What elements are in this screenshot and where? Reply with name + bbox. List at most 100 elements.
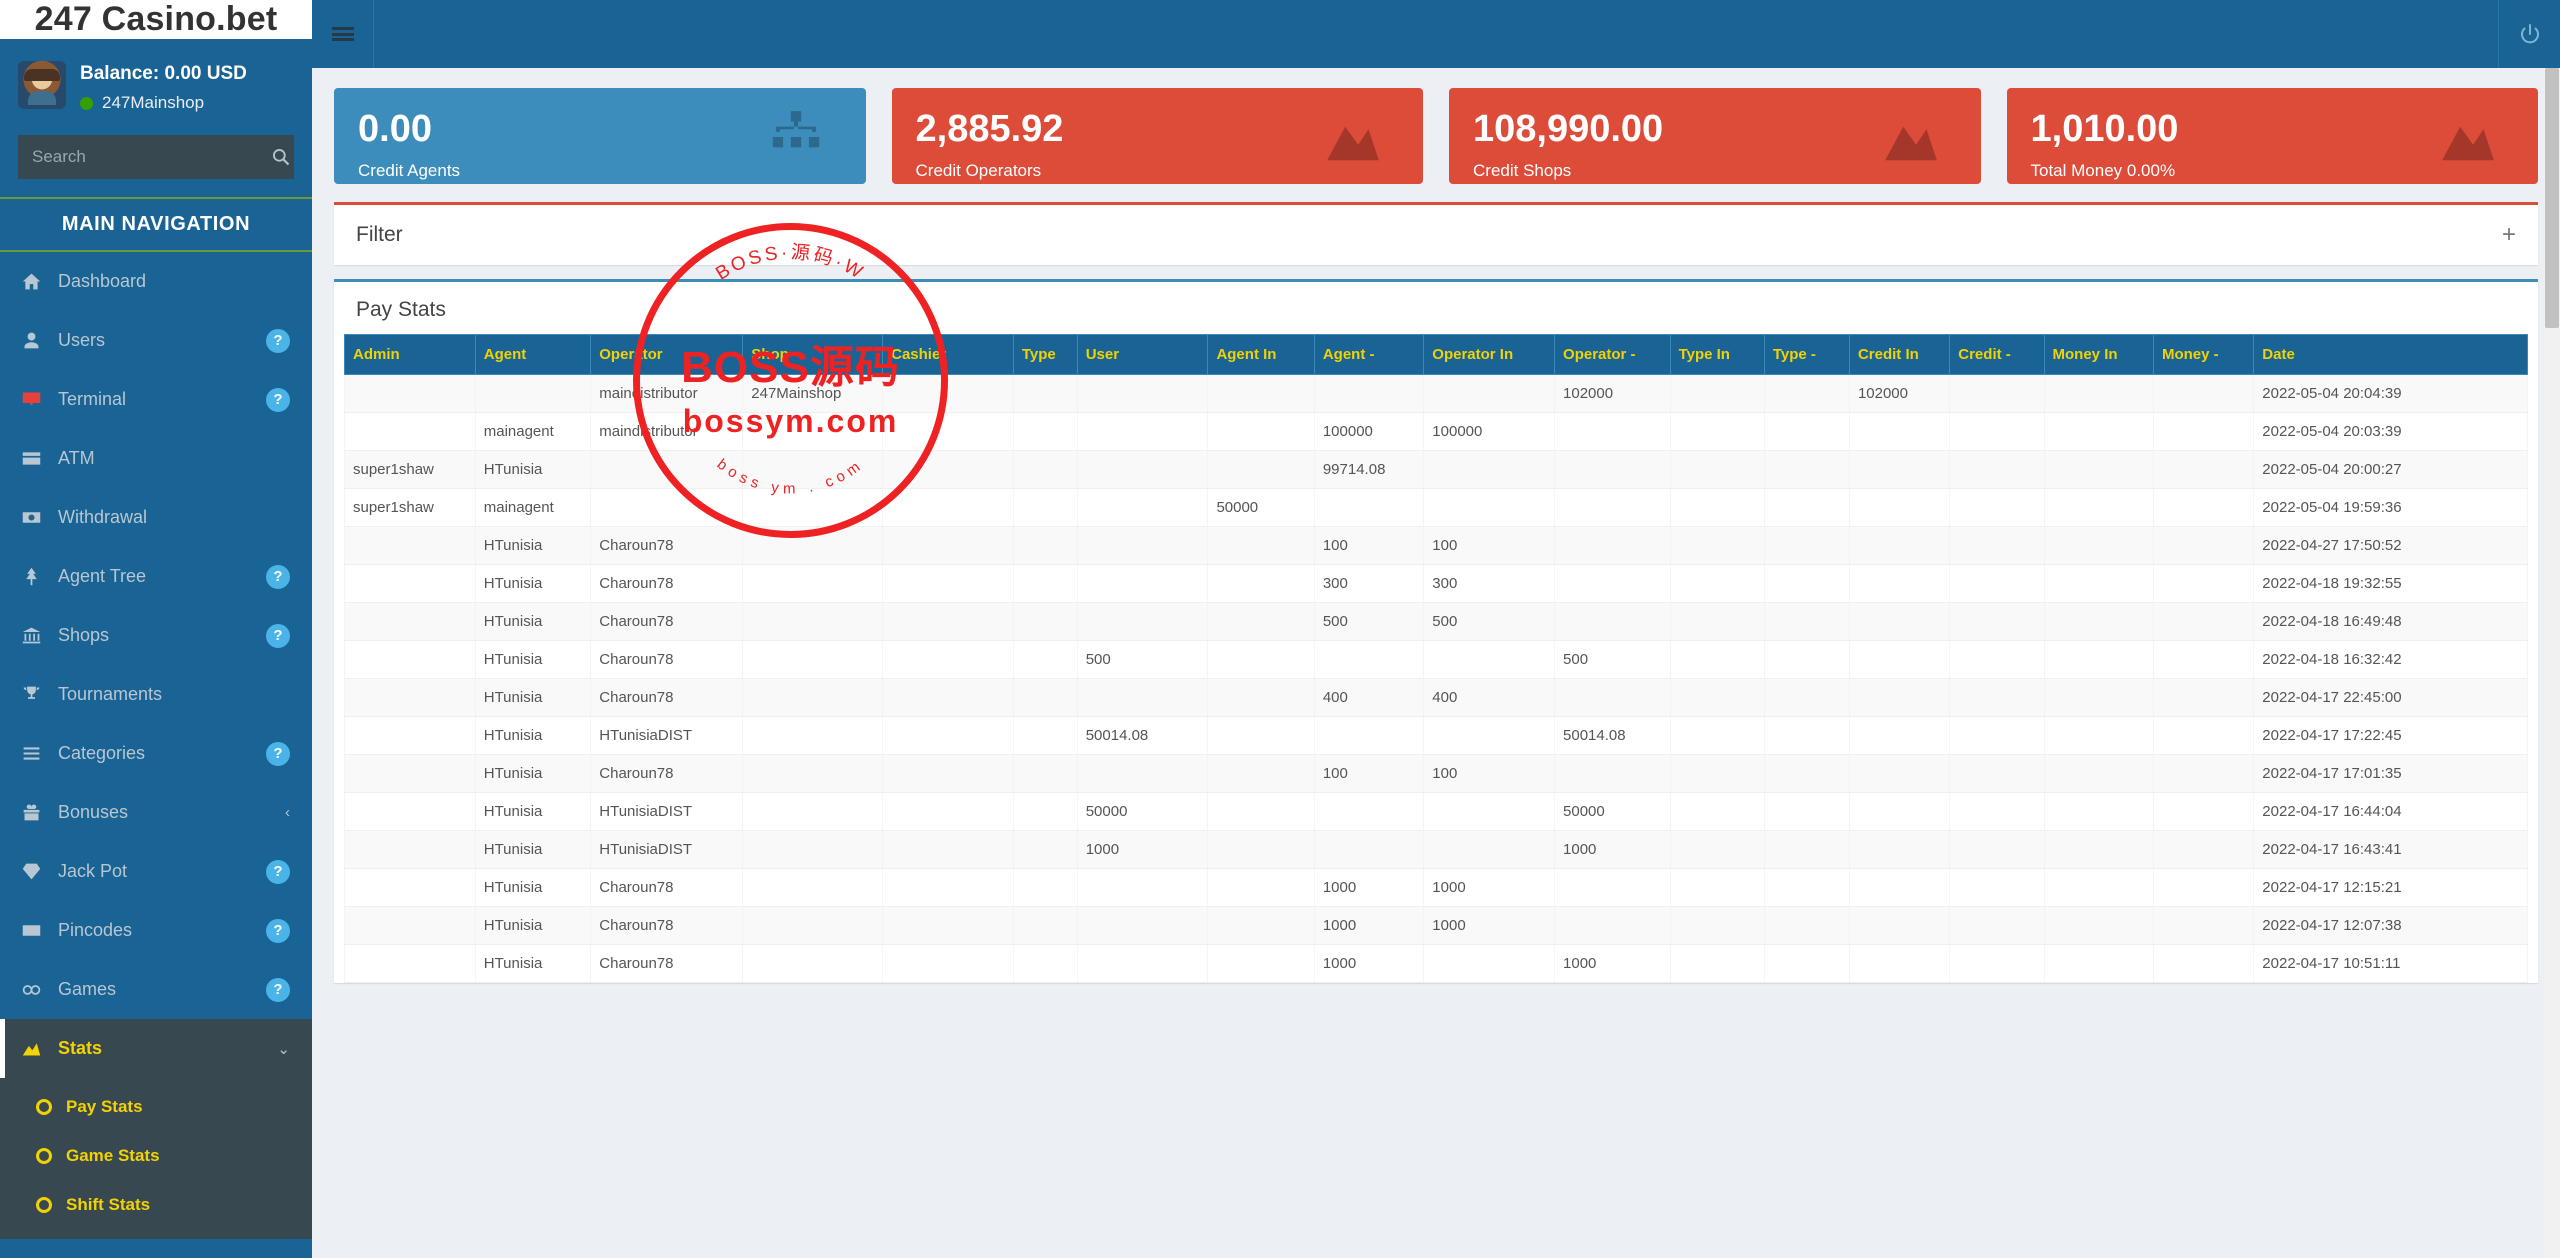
cell-credit_in	[1848, 792, 1951, 831]
cell-type_in	[1669, 754, 1765, 793]
column-header-money[interactable]: Money -	[2152, 334, 2255, 375]
sidebar-item-pincodes[interactable]: Pincodes?	[0, 901, 312, 960]
cell-admin	[344, 640, 476, 679]
logo-bar[interactable]: 247 Casino.bet	[0, 0, 312, 39]
column-header-type[interactable]: Type -	[1763, 334, 1850, 375]
column-header-agent-in[interactable]: Agent In	[1207, 334, 1315, 375]
column-header-credit-in[interactable]: Credit In	[1848, 334, 1951, 375]
sidebar-item-bonuses[interactable]: Bonuses ‹	[0, 783, 312, 842]
cell-money_minus	[2152, 716, 2255, 755]
gift-icon-wrap	[18, 802, 44, 823]
cell-shop	[742, 830, 884, 869]
cell-money_in	[2043, 944, 2154, 983]
column-header-operator[interactable]: Operator	[590, 334, 744, 375]
search-input[interactable]	[18, 147, 267, 167]
table-row[interactable]: HTunisia Charoun78 1000 1000 2022-04-17 12:0…	[344, 906, 2528, 945]
sidebar-subitem-pay-stats[interactable]: Pay Stats	[0, 1082, 312, 1131]
table-row[interactable]: HTunisia Charoun78 500 500 2022-04-18 16:49:…	[344, 602, 2528, 641]
power-button[interactable]	[2498, 0, 2560, 68]
sidebar-item-jack-pot[interactable]: Jack Pot?	[0, 842, 312, 901]
cell-admin	[344, 564, 476, 603]
hamburger-icon[interactable]	[312, 0, 374, 68]
filter-header[interactable]: Filter +	[334, 205, 2538, 265]
help-badge[interactable]: ?	[266, 328, 290, 353]
table-row[interactable]: mainagent maindistributor 100000 100000 2022…	[344, 412, 2528, 451]
sidebar-item-label: Terminal	[58, 389, 127, 409]
cell-agent_in	[1207, 830, 1315, 869]
scrollbar-thumb[interactable]	[2545, 68, 2559, 328]
help-badge[interactable]: ?	[266, 387, 290, 412]
cell-shop	[742, 412, 884, 451]
sidebar-item-users[interactable]: Users?	[0, 311, 312, 370]
cell-credit_in	[1848, 450, 1951, 489]
sidebar-item-tournaments[interactable]: Tournaments	[0, 665, 312, 724]
plus-icon[interactable]: +	[2502, 221, 2516, 249]
table-row[interactable]: HTunisia HTunisiaDIST 1000 1000 2022-04-17 1…	[344, 830, 2528, 869]
table-row[interactable]: super1shaw mainagent 50000 2022-05-04 19:59…	[344, 488, 2528, 527]
table-row[interactable]: HTunisia Charoun78 100 100 2022-04-27 17:50:…	[344, 526, 2528, 565]
cell-credit_in	[1848, 906, 1951, 945]
cell-type_minus	[1763, 678, 1850, 717]
page-scrollbar[interactable]	[2544, 68, 2560, 1258]
column-header-money-in[interactable]: Money In	[2043, 334, 2154, 375]
help-badge[interactable]: ?	[266, 564, 290, 589]
column-header-type[interactable]: Type	[1012, 334, 1078, 375]
column-header-cashier[interactable]: Cashier	[882, 334, 1014, 375]
column-header-date[interactable]: Date	[2253, 334, 2528, 375]
sidebar-item-terminal[interactable]: Terminal?	[0, 370, 312, 429]
cell-money_minus	[2152, 564, 2255, 603]
search-button[interactable]	[267, 135, 294, 179]
cell-money_in	[2043, 640, 2154, 679]
table-row[interactable]: HTunisia Charoun78 400 400 2022-04-17 22:45:…	[344, 678, 2528, 717]
search-box[interactable]	[18, 135, 294, 179]
cell-shop	[742, 602, 884, 641]
sidebar-subitem-game-stats[interactable]: Game Stats	[0, 1131, 312, 1180]
column-header-user[interactable]: User	[1076, 334, 1209, 375]
sidebar-item-shops[interactable]: Shops?	[0, 606, 312, 665]
stats-submenu-list: Pay Stats Game Stats Shift Stats	[0, 1078, 312, 1239]
column-header-agent[interactable]: Agent -	[1313, 334, 1425, 375]
cell-cashier	[882, 640, 1014, 679]
cell-operator_minus	[1554, 754, 1671, 793]
table-row[interactable]: HTunisia Charoun78 1000 1000 2022-04-17 10:5…	[344, 944, 2528, 983]
sidebar-item-games[interactable]: Games?	[0, 960, 312, 1019]
user-panel: Balance: 0.00 USD 247Mainshop	[0, 39, 312, 121]
stat-card-3[interactable]: 1,010.00 Total Money 0.00%	[2006, 88, 2538, 184]
column-header-operator-in[interactable]: Operator In	[1423, 334, 1556, 375]
column-header-operator[interactable]: Operator -	[1554, 334, 1671, 375]
column-header-credit[interactable]: Credit -	[1949, 334, 2045, 375]
column-header-type-in[interactable]: Type In	[1669, 334, 1765, 375]
sidebar-item-atm[interactable]: ATM	[0, 429, 312, 488]
column-header-shop[interactable]: Shop	[742, 334, 884, 375]
sidebar-subitem-shift-stats[interactable]: Shift Stats	[0, 1180, 312, 1229]
sidebar-item-categories[interactable]: Categories?	[0, 724, 312, 783]
table-row[interactable]: HTunisia Charoun78 300 300 2022-04-18 19:32:…	[344, 564, 2528, 603]
column-header-admin[interactable]: Admin	[344, 334, 476, 375]
sidebar-item-activity-log[interactable]: Activity Log‹	[0, 1239, 312, 1258]
help-badge[interactable]: ?	[266, 741, 290, 766]
table-row[interactable]: maindistributor 247Mainshop 102000 102000 20…	[344, 374, 2528, 413]
help-badge[interactable]: ?	[266, 918, 290, 943]
table-row[interactable]: HTunisia HTunisiaDIST 50000 50000 2022-04-17…	[344, 792, 2528, 831]
cell-credit_minus	[1949, 906, 2045, 945]
cell-operator_in: 100	[1423, 526, 1556, 565]
table-row[interactable]: HTunisia HTunisiaDIST 50014.08 50014.08 2022…	[344, 716, 2528, 755]
cell-date: 2022-04-17 12:07:38	[2253, 906, 2528, 945]
table-row[interactable]: super1shaw HTunisia 99714.08 2022-05-04 20:…	[344, 450, 2528, 489]
stat-card-2[interactable]: 108,990.00 Credit Shops	[1449, 88, 1981, 184]
column-header-agent[interactable]: Agent	[474, 334, 592, 375]
table-row[interactable]: HTunisia Charoun78 100 100 2022-04-17 17:01:…	[344, 754, 2528, 793]
cell-agent_minus	[1313, 640, 1425, 679]
sidebar-item-stats[interactable]: Stats ⌄	[0, 1019, 312, 1078]
help-badge[interactable]: ?	[266, 859, 290, 884]
stat-card-0[interactable]: 0.00 Credit Agents	[334, 88, 866, 184]
table-row[interactable]: HTunisia Charoun78 1000 1000 2022-04-17 12:1…	[344, 868, 2528, 907]
table-row[interactable]: HTunisia Charoun78 500 500 2022-04-18 16:32:…	[344, 640, 2528, 679]
stat-card-1[interactable]: 2,885.92 Credit Operators	[891, 88, 1423, 184]
sidebar-item-dashboard[interactable]: Dashboard	[0, 252, 312, 311]
help-badge[interactable]: ?	[266, 977, 290, 1002]
sidebar-item-withdrawal[interactable]: Withdrawal	[0, 488, 312, 547]
cell-type	[1012, 868, 1078, 907]
help-badge[interactable]: ?	[266, 623, 290, 648]
sidebar-item-agent-tree[interactable]: Agent Tree?	[0, 547, 312, 606]
